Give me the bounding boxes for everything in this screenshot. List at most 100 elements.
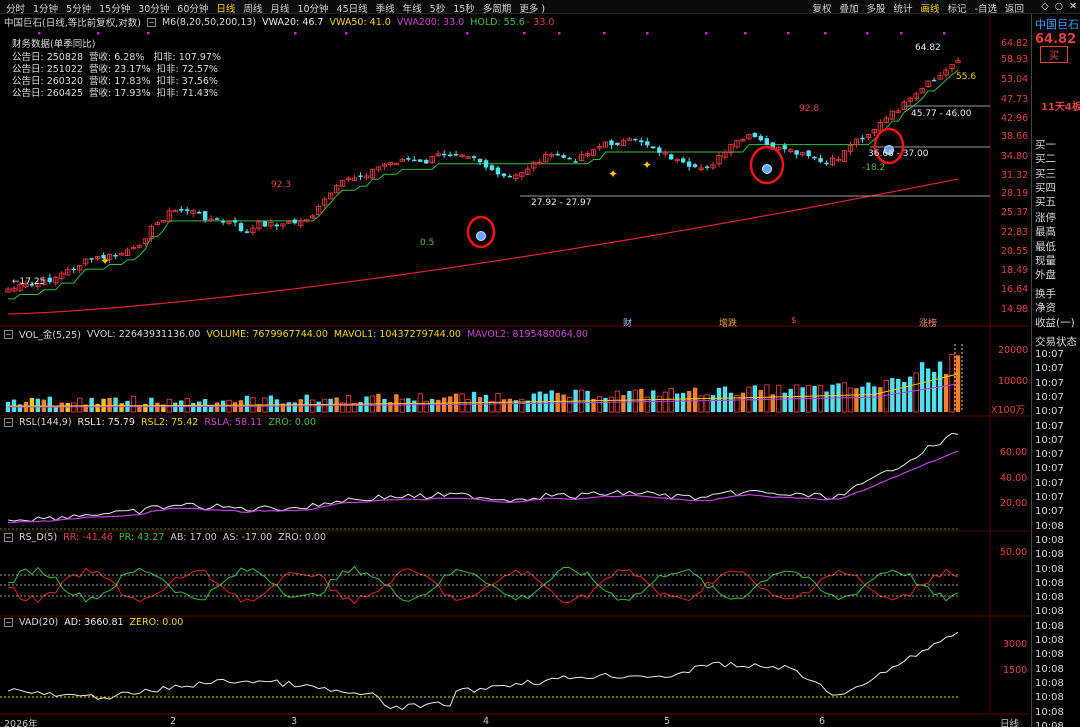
- candle-body: [931, 79, 937, 82]
- main-ytick: 34.80: [1001, 151, 1029, 162]
- volume-bar: [896, 378, 901, 412]
- tool-button[interactable]: 复权: [808, 1, 835, 15]
- collapse-icon[interactable]: [4, 329, 13, 339]
- period-tab[interactable]: 年线: [399, 1, 426, 15]
- candle-body: [669, 154, 674, 160]
- stock-price: 64.82: [1035, 32, 1077, 47]
- volume-bar: [155, 402, 160, 412]
- period-tab[interactable]: 60分钟: [173, 1, 212, 15]
- volume-bar: [680, 392, 686, 412]
- volume-bar: [788, 388, 793, 412]
- tool-button[interactable]: 返回: [1001, 1, 1028, 15]
- main-ytick: 58.93: [1001, 54, 1029, 65]
- event-dollar[interactable]: $: [791, 316, 797, 326]
- volume-bar: [286, 402, 292, 412]
- pivot1-label: 27.92 - 27.97: [531, 198, 592, 208]
- volume-bar: [566, 396, 573, 413]
- volume-bar: [704, 394, 710, 413]
- candle-body: [453, 153, 459, 156]
- candle-body: [615, 142, 620, 146]
- trade-time: 10:07: [1035, 377, 1064, 389]
- main-ytick: 53.04: [1001, 74, 1029, 85]
- tool-button[interactable]: 标记: [944, 1, 971, 15]
- candle-body: [657, 147, 662, 153]
- period-tab[interactable]: 季线: [372, 1, 399, 15]
- volume-bar: [662, 391, 668, 413]
- period-tab[interactable]: 月线: [266, 1, 293, 15]
- period-tab[interactable]: 15秒: [449, 1, 479, 15]
- period-tab[interactable]: 多周期: [479, 1, 516, 15]
- tool-button[interactable]: 叠加: [835, 1, 862, 15]
- chart-area[interactable]: ✦ ✦ ✦ 中国巨石(日线,等比前复权,对数) M6(8,20,50,200,13)…: [0, 14, 1030, 727]
- quote-row-label: 换手: [1035, 288, 1056, 300]
- volume-bar: [722, 386, 728, 412]
- candle-body: [704, 166, 710, 168]
- tool-button[interactable]: 多股: [862, 1, 889, 15]
- rsl-panel-header: RSL(144,9) RSL1: 75.79 RSL2: 75.42 RSLA:…: [4, 417, 316, 428]
- signal-marker: [824, 32, 827, 35]
- volume-bar: [316, 401, 321, 412]
- close-icon[interactable]: ✕: [1066, 1, 1080, 12]
- buy-button[interactable]: 买: [1040, 46, 1068, 63]
- tool-button[interactable]: -自选: [971, 1, 1001, 15]
- period-tab[interactable]: 5秒: [426, 1, 450, 15]
- vad-zero-value: ZERO: 0.00: [129, 617, 184, 628]
- pivot3-label: 36.66 - 37.00: [868, 149, 929, 159]
- collapse-icon[interactable]: [146, 17, 156, 27]
- candle-body: [185, 209, 190, 212]
- period-tab[interactable]: 45日线: [333, 1, 372, 15]
- volume-bar: [173, 402, 178, 412]
- volume-bar: [632, 389, 639, 413]
- period-tab[interactable]: 10分钟: [293, 1, 332, 15]
- candle-body: [609, 140, 614, 146]
- peak1-label: 92.3: [271, 180, 292, 190]
- main-ytick: 47.73: [1001, 94, 1029, 105]
- period-tabs: 分时 1分钟 5分钟 15分钟 30分钟 60分钟 日线 周线 月线 10分钟 45日线 季线 年线 5秒…: [2, 1, 549, 15]
- tool-button[interactable]: 画线: [917, 1, 944, 15]
- volume-bar: [608, 396, 615, 413]
- ab-value: AB: 17.00: [170, 532, 217, 543]
- neg-label: -18.2: [862, 163, 886, 173]
- rsl-title: RSL(144,9): [19, 417, 72, 428]
- volume-bar: [29, 398, 35, 412]
- signal-marker: [900, 32, 903, 35]
- event-zhangbang[interactable]: 涨榜: [919, 316, 937, 329]
- volume-bar: [656, 395, 662, 413]
- period-tab[interactable]: 5分钟: [62, 1, 95, 15]
- signal-marker: [294, 32, 297, 35]
- collapse-icon[interactable]: [4, 533, 13, 542]
- volume-bar: [824, 391, 829, 412]
- period-tab[interactable]: 分时: [2, 1, 29, 15]
- volume-bar: [268, 395, 274, 412]
- circle-icon[interactable]: ○: [1052, 1, 1066, 12]
- main-ytick: 25.37: [1001, 207, 1029, 218]
- vvol-value: VVOL: 22643931136.00: [86, 328, 201, 340]
- trade-time: 10:08: [1035, 663, 1064, 675]
- volume-value: VOLUME: 7679967744.00: [206, 328, 328, 340]
- candle-body: [232, 220, 238, 223]
- candle-body: [471, 156, 477, 159]
- collapse-icon[interactable]: [4, 418, 13, 427]
- as-value: AS: -17.00: [222, 532, 273, 543]
- diamond-icon[interactable]: ◇: [1038, 1, 1051, 12]
- candle-body: [818, 158, 823, 162]
- candle-body: [179, 208, 184, 211]
- trade-time: 10:08: [1035, 706, 1064, 718]
- hold-dash-value: - 33.0: [526, 16, 555, 28]
- volume-bar: [399, 398, 405, 413]
- volume-bar: [501, 399, 507, 412]
- period-tab[interactable]: 周线: [239, 1, 266, 15]
- volume-bar: [913, 372, 919, 413]
- period-tab[interactable]: 15分钟: [95, 1, 134, 15]
- period-tab[interactable]: 更多 ): [515, 1, 549, 15]
- period-tab[interactable]: 日线: [212, 1, 239, 15]
- candle-body: [202, 211, 208, 221]
- event-zengdie[interactable]: 增跌: [719, 316, 737, 329]
- collapse-icon[interactable]: [4, 618, 13, 627]
- tool-button[interactable]: 统计: [890, 1, 917, 15]
- event-fin[interactable]: 财: [623, 316, 632, 329]
- trade-time: 10:07: [1035, 506, 1064, 518]
- period-tab[interactable]: 1分钟: [29, 1, 62, 15]
- volume-bar: [860, 386, 865, 412]
- period-tab[interactable]: 30分钟: [134, 1, 173, 15]
